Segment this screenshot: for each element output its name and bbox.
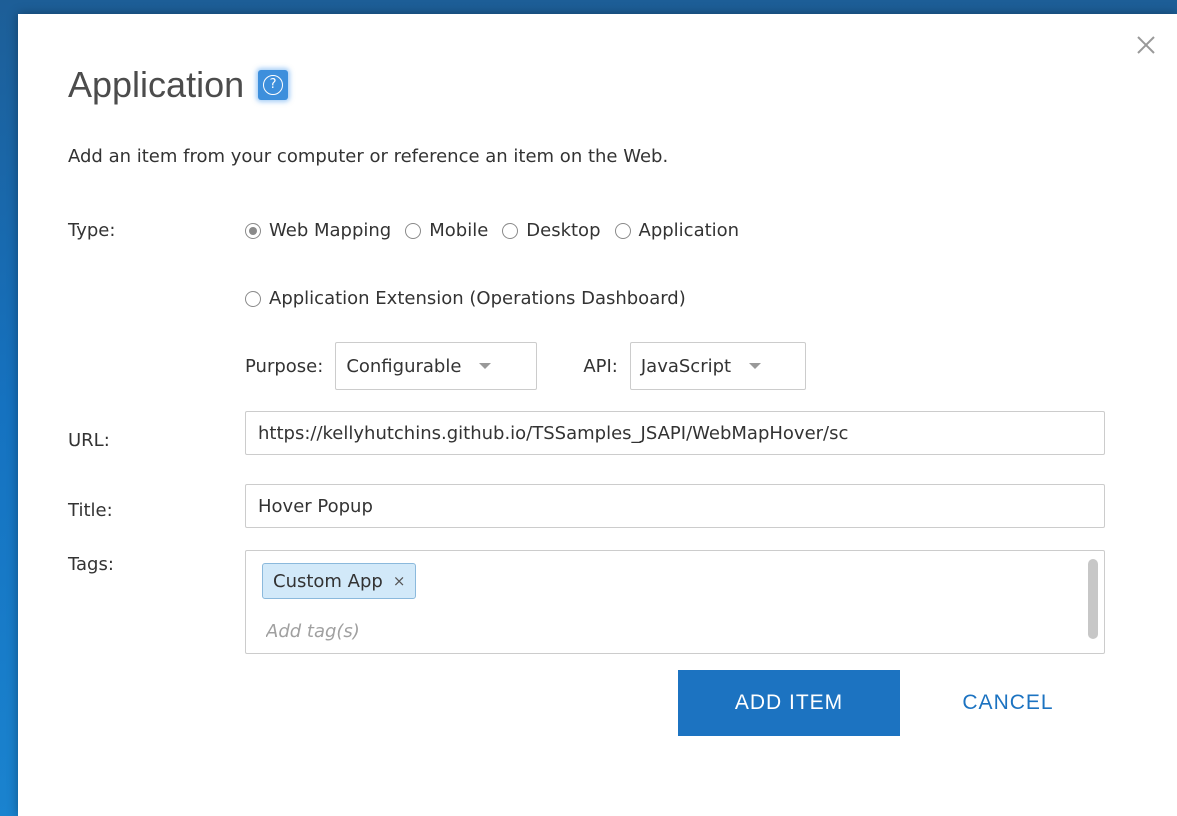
- type-label: Type:: [68, 220, 116, 241]
- api-select[interactable]: JavaScript: [629, 342, 806, 390]
- help-button[interactable]: ?: [258, 70, 289, 100]
- radio-unchecked-icon: [502, 222, 519, 239]
- type-option-desktop[interactable]: Desktop: [502, 220, 601, 241]
- tags-field[interactable]: Custom App ×: [245, 550, 1105, 654]
- tags-input[interactable]: [264, 615, 1048, 647]
- title-label: Title:: [68, 500, 113, 521]
- type-option-label: Mobile: [429, 220, 489, 241]
- chevron-down-icon: [479, 363, 492, 369]
- tags-label: Tags:: [68, 554, 114, 575]
- tags-scrollbar[interactable]: [1088, 559, 1098, 639]
- radio-unchecked-icon: [245, 290, 261, 307]
- tag-chip: Custom App ×: [262, 563, 417, 599]
- url-label: URL:: [68, 430, 110, 451]
- tag-label: Custom App: [273, 570, 383, 592]
- radio-checked-icon: [245, 222, 261, 239]
- close-button[interactable]: [1129, 28, 1163, 62]
- close-icon: [1137, 36, 1155, 54]
- type-option-label: Application Extension (Operations Dashbo…: [269, 288, 686, 309]
- tag-remove-icon[interactable]: ×: [393, 572, 406, 590]
- add-item-button[interactable]: ADD ITEM: [678, 670, 900, 736]
- purpose-select-value: Configurable: [346, 355, 462, 377]
- type-option-web-mapping[interactable]: Web Mapping: [245, 220, 391, 241]
- type-option-label: Application: [638, 220, 740, 241]
- radio-unchecked-icon: [614, 222, 631, 239]
- add-item-dialog: Application ? Add an item from your comp…: [18, 14, 1177, 816]
- type-option-mobile[interactable]: Mobile: [405, 220, 488, 241]
- chevron-down-icon: [749, 363, 762, 369]
- radio-unchecked-icon: [405, 222, 422, 239]
- dialog-title-row: Application ?: [68, 64, 289, 106]
- type-option-application[interactable]: Application: [614, 220, 740, 241]
- dialog-subtitle: Add an item from your computer or refere…: [68, 146, 669, 167]
- type-radio-group-row2: Application Extension (Operations Dashbo…: [245, 288, 700, 309]
- type-option-label: Web Mapping: [269, 220, 392, 241]
- type-radio-group: Web Mapping Mobile Desktop Application: [245, 220, 753, 241]
- cancel-button[interactable]: CANCEL: [938, 670, 1078, 736]
- purpose-api-row: Purpose: Configurable API: JavaScript: [245, 342, 806, 390]
- purpose-label: Purpose:: [245, 355, 324, 377]
- purpose-select[interactable]: Configurable: [335, 342, 538, 390]
- title-input[interactable]: [245, 484, 1105, 528]
- api-label: API:: [583, 355, 618, 377]
- dialog-title: Application: [68, 64, 245, 105]
- type-option-application-extension[interactable]: Application Extension (Operations Dashbo…: [245, 288, 686, 309]
- type-option-label: Desktop: [526, 220, 601, 241]
- url-input[interactable]: [245, 411, 1105, 455]
- api-select-value: JavaScript: [640, 355, 732, 377]
- question-mark-icon: ?: [263, 75, 284, 95]
